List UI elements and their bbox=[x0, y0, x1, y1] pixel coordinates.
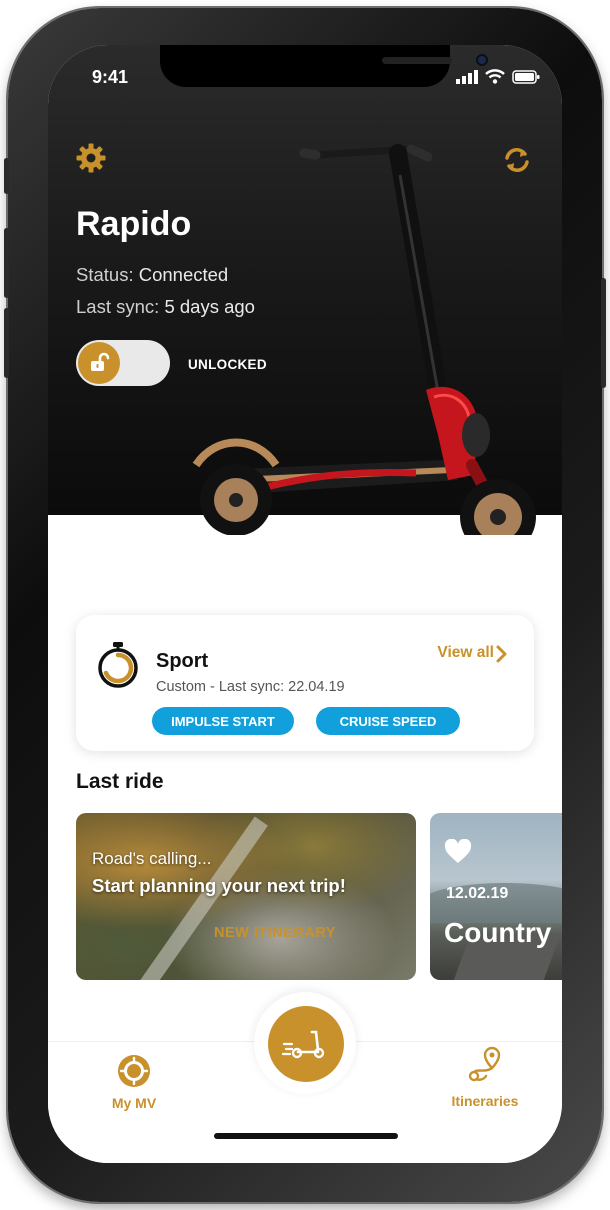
cruise-speed-tag[interactable]: CRUISE SPEED bbox=[316, 707, 460, 735]
gear-icon[interactable] bbox=[76, 143, 106, 173]
wifi-icon bbox=[485, 69, 505, 84]
sync-value: 5 days ago bbox=[164, 296, 255, 317]
tab-my-mv-label: My MV bbox=[111, 1095, 157, 1111]
front-camera bbox=[476, 54, 488, 66]
tab-itineraries-label: Itineraries bbox=[451, 1093, 519, 1109]
tab-itineraries[interactable]: Itineraries bbox=[440, 1046, 530, 1109]
scooter-name: Rapido bbox=[76, 205, 192, 243]
mute-switch bbox=[4, 158, 9, 194]
sync-label: Last sync: bbox=[76, 296, 160, 317]
ride-card-line1: Road's calling... bbox=[92, 849, 212, 868]
mymv-icon bbox=[118, 1055, 150, 1087]
power-button bbox=[601, 278, 606, 388]
mode-detail: Custom - Last sync: 22.04.19 bbox=[156, 679, 345, 695]
volume-up-button bbox=[4, 228, 9, 298]
tab-my-mv[interactable]: My MV bbox=[106, 1054, 162, 1111]
stopwatch-icon bbox=[98, 642, 138, 688]
ride-date: 12.02.19 bbox=[446, 885, 509, 902]
view-all-link[interactable]: View all bbox=[437, 644, 494, 662]
riding-mode-card[interactable]: Sport View all Custom - Last sync: 22.04… bbox=[76, 615, 534, 751]
unlock-icon bbox=[91, 352, 110, 371]
aerial-road bbox=[140, 816, 268, 980]
lock-toggle[interactable] bbox=[76, 340, 170, 386]
signal-icon bbox=[456, 69, 478, 84]
scooter-image bbox=[192, 144, 536, 535]
status-value: Connected bbox=[138, 264, 229, 285]
new-itinerary-card[interactable]: Road's calling... Start planning your ne… bbox=[76, 813, 416, 980]
impulse-start-tag[interactable]: IMPULSE START bbox=[152, 707, 294, 735]
new-itinerary-cta[interactable]: NEW ITINERARY bbox=[214, 925, 336, 941]
speaker bbox=[382, 57, 452, 64]
status-time: 9:41 bbox=[92, 67, 129, 87]
home-indicator bbox=[214, 1133, 398, 1139]
ride-center-button[interactable] bbox=[268, 1006, 344, 1082]
notch bbox=[160, 45, 488, 87]
chevron-right-icon[interactable] bbox=[496, 645, 508, 663]
hero-panel: 9:41 Rapido Status: Connected Last sync:… bbox=[48, 45, 562, 535]
ride-title: Country bbox=[444, 917, 552, 948]
volume-down-button bbox=[4, 308, 9, 378]
battery-icon bbox=[512, 69, 540, 84]
scooter-icon bbox=[282, 1030, 325, 1059]
ride-card-line2: Start planning your next trip! bbox=[92, 875, 346, 896]
country-ride-card[interactable]: 12.02.19 Country bbox=[430, 813, 562, 980]
heart-icon[interactable] bbox=[444, 839, 472, 865]
last-sync: Last sync: 5 days ago bbox=[76, 296, 255, 318]
tab-bar: My MV Itineraries bbox=[48, 992, 562, 1163]
last-ride-heading: Last ride bbox=[76, 770, 164, 793]
sync-icon[interactable] bbox=[502, 145, 532, 175]
itineraries-icon bbox=[468, 1046, 501, 1082]
phone-screen: 9:41 Rapido Status: Connected Last sync:… bbox=[48, 45, 562, 1163]
lock-state-label: UNLOCKED bbox=[188, 357, 267, 372]
connection-status: Status: Connected bbox=[76, 264, 228, 286]
mode-name: Sport bbox=[156, 650, 209, 672]
status-icons bbox=[456, 69, 540, 84]
lock-toggle-knob[interactable] bbox=[78, 342, 120, 384]
status-label: Status: bbox=[76, 264, 134, 285]
